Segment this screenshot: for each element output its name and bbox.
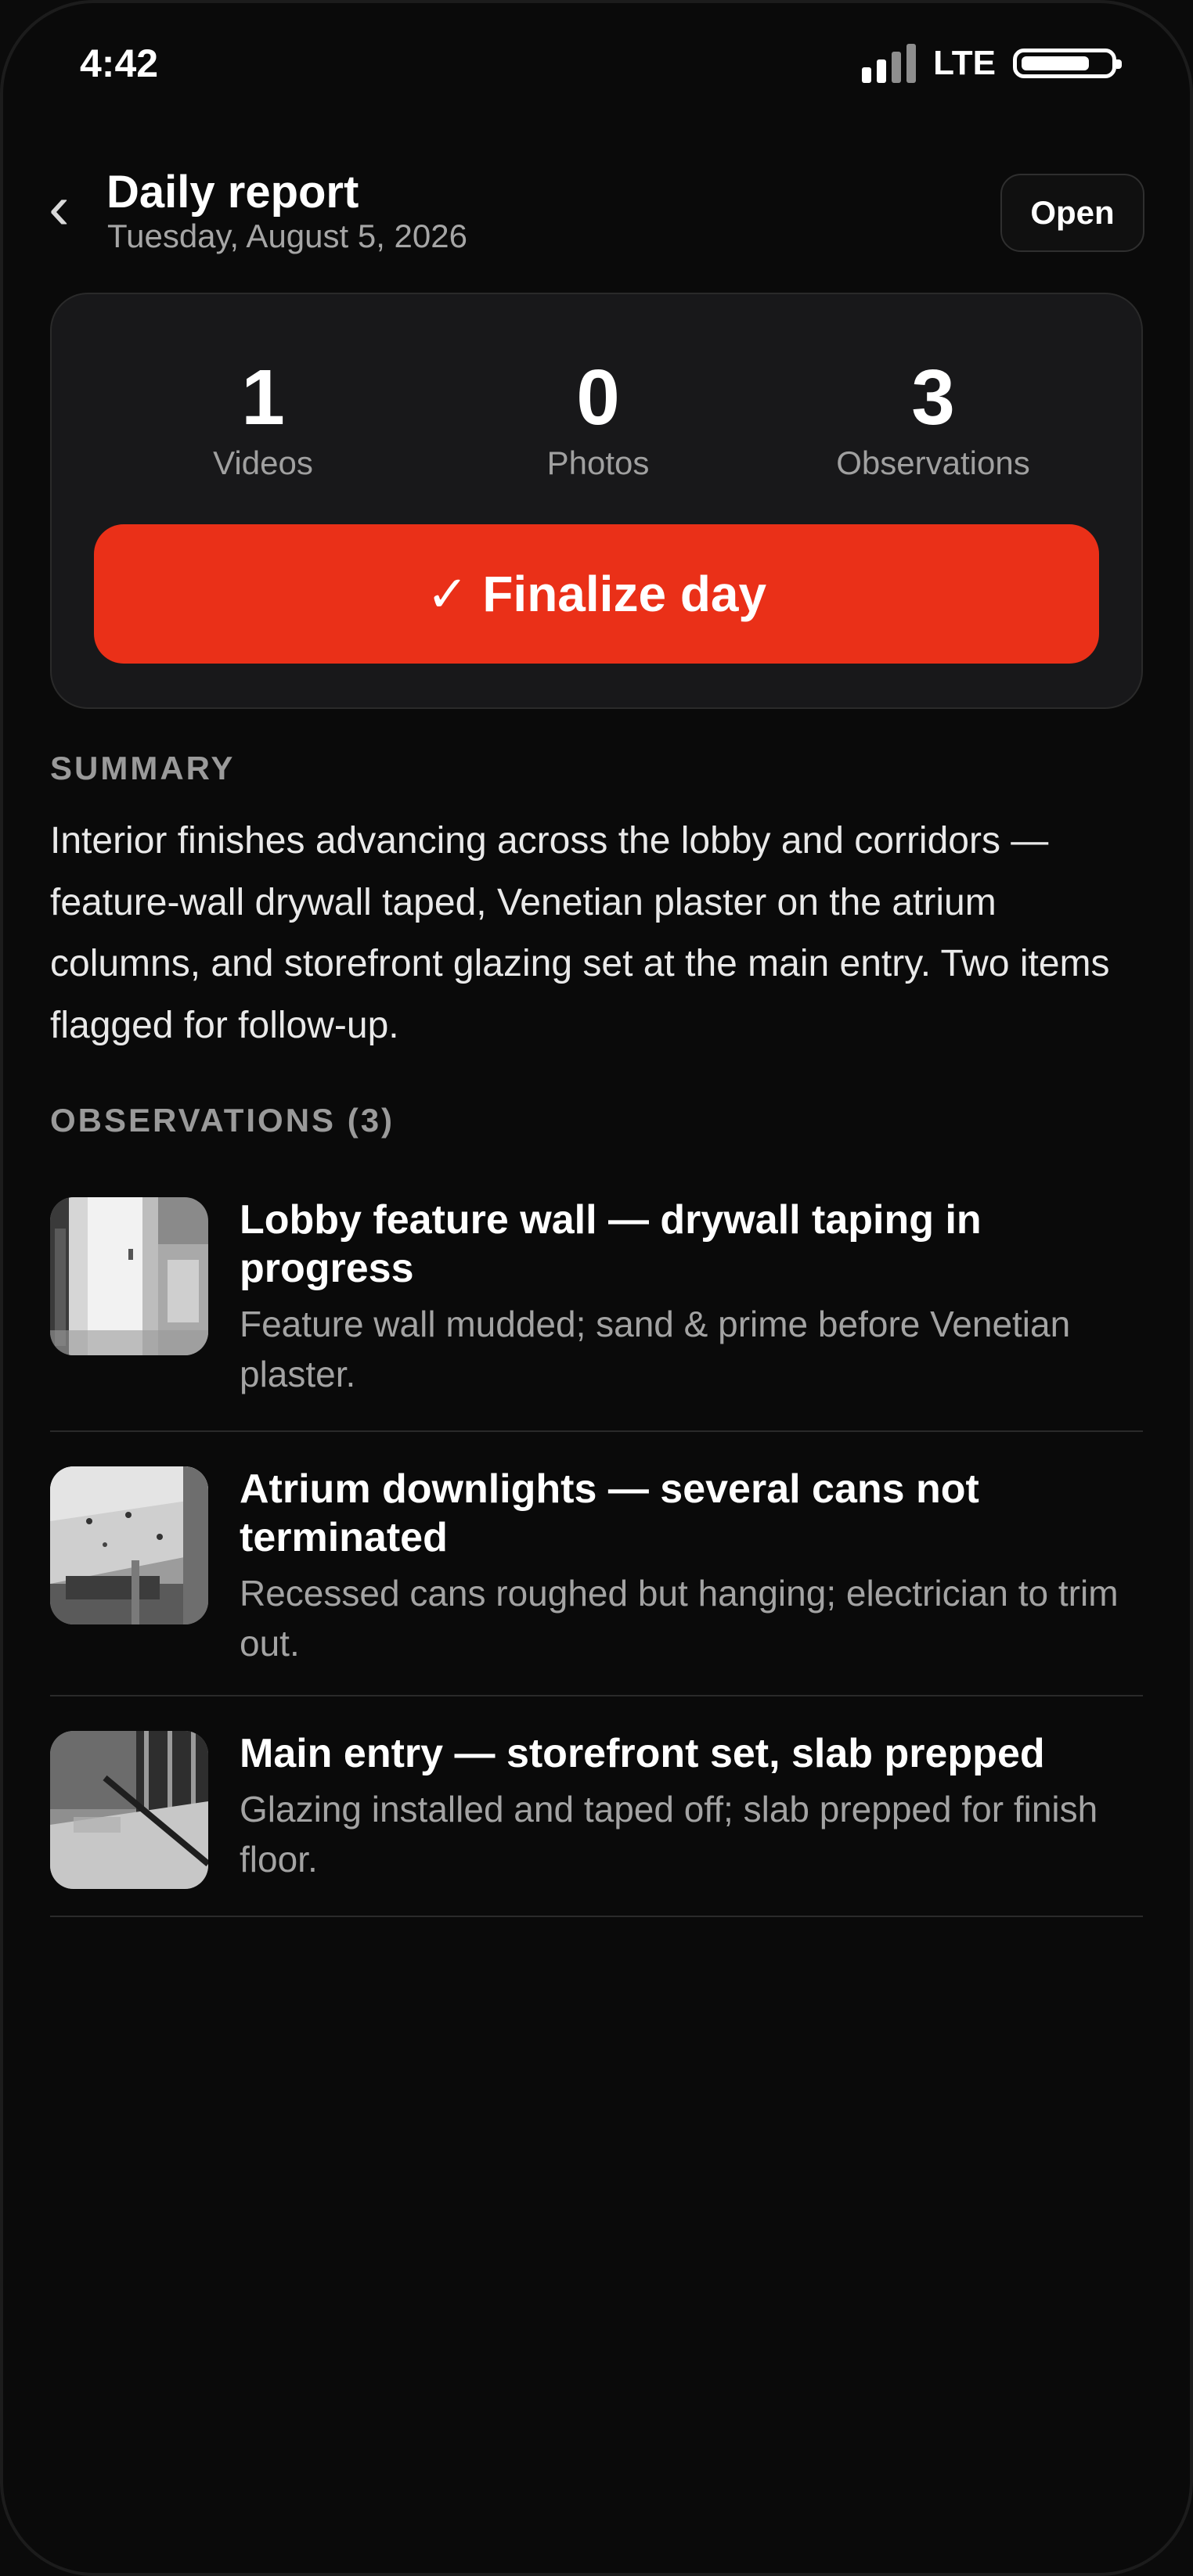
- phone-screen: 4:42 LTE ‹ Daily report Tuesday, August …: [0, 0, 1193, 2576]
- observation-text: Lobby feature wall — drywall taping in p…: [240, 1196, 1140, 1399]
- stat-label: Videos: [213, 444, 313, 481]
- stats-card: 1 Videos 0 Photos 3 Observations ✓ Final…: [50, 293, 1143, 709]
- summary-text: Interior finishes advancing across the l…: [50, 820, 1110, 1046]
- network-label: LTE: [933, 44, 996, 82]
- observation-title: Lobby feature wall — drywall taping in p…: [240, 1197, 982, 1291]
- observation-description: Recessed cans roughed but hanging; elect…: [240, 1573, 1119, 1664]
- page-title: Daily report: [106, 167, 359, 218]
- stat-observations[interactable]: 3 Observations: [766, 358, 1101, 482]
- stat-videos[interactable]: 1 Videos: [96, 358, 431, 482]
- report-date: Tuesday, August 5, 2026: [107, 218, 467, 254]
- signal-icon: [862, 44, 917, 83]
- summary-heading: SUMMARY: [50, 750, 236, 786]
- observation-item[interactable]: Atrium downlights — several cans not ter…: [50, 1432, 1143, 1696]
- stat-photos[interactable]: 0 Photos: [431, 358, 766, 482]
- back-button[interactable]: ‹: [49, 176, 70, 239]
- observations-list: Lobby feature wall — drywall taping in p…: [50, 1163, 1143, 1917]
- observation-text: Main entry — storefront set, slab preppe…: [240, 1729, 1140, 1884]
- observation-title: Atrium downlights — several cans not ter…: [240, 1466, 979, 1560]
- status-indicators: LTE: [862, 44, 1122, 83]
- stat-value: 1: [241, 354, 285, 441]
- observation-item[interactable]: Main entry — storefront set, slab preppe…: [50, 1696, 1143, 1917]
- status-button[interactable]: Open: [1000, 174, 1144, 252]
- observation-title: Main entry — storefront set, slab preppe…: [240, 1731, 1045, 1776]
- observations-heading: OBSERVATIONS (3): [50, 1102, 395, 1139]
- stat-label: Observations: [836, 444, 1030, 481]
- stats-row: 1 Videos 0 Photos 3 Observations: [96, 358, 1101, 482]
- observation-text: Atrium downlights — several cans not ter…: [240, 1465, 1140, 1668]
- observation-item[interactable]: Lobby feature wall — drywall taping in p…: [50, 1163, 1143, 1432]
- stat-value: 0: [576, 354, 620, 441]
- battery-icon: [1013, 49, 1122, 78]
- observation-description: Glazing installed and taped off; slab pr…: [240, 1789, 1098, 1880]
- observation-thumbnail: [50, 1731, 208, 1889]
- status-time: 4:42: [80, 41, 159, 85]
- observation-thumbnail: [50, 1197, 208, 1355]
- finalize-day-button[interactable]: ✓ Finalize day: [94, 524, 1099, 664]
- observation-description: Feature wall mudded; sand & prime before…: [240, 1304, 1071, 1394]
- stat-value: 3: [911, 354, 955, 441]
- observation-thumbnail: [50, 1466, 208, 1624]
- stat-label: Photos: [546, 444, 650, 481]
